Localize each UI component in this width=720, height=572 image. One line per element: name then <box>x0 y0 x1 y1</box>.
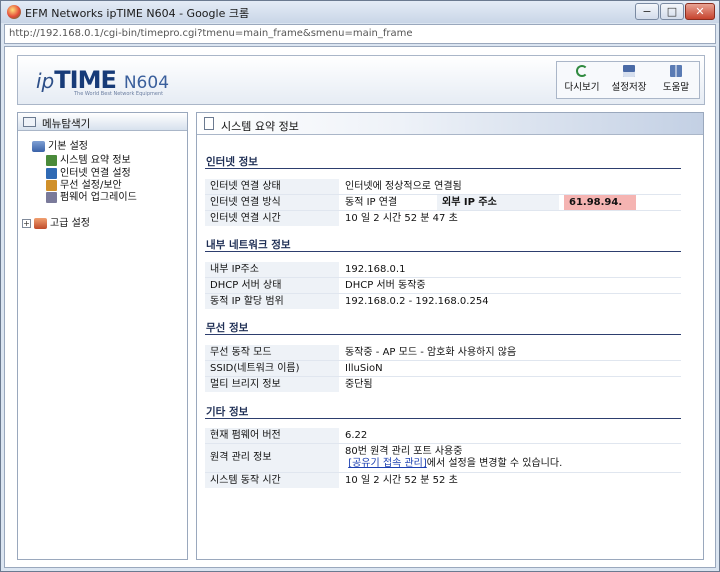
row-value: 동작중 - AP 모드 - 암호화 사용하지 않음 <box>340 345 681 360</box>
section-divider <box>205 334 681 335</box>
tree-item-firmware-upgrade[interactable]: 펌웨어 업그레이드 <box>46 188 137 203</box>
table-row: 멀티 브리지 정보 중단됨 <box>205 377 681 392</box>
logo-model: N604 <box>123 73 170 93</box>
save-settings-button[interactable]: 설정저장 <box>606 64 652 96</box>
minimize-button[interactable]: − <box>635 3 659 20</box>
settings-group-icon <box>32 140 45 152</box>
table-row: 현재 펌웨어 버전 6.22 <box>205 428 681 443</box>
menu-explorer: 메뉴탐색기 기본 설정 시스템 요약 정보 인터넷 연결 설정 무선 설정/보안… <box>17 112 188 560</box>
row-label: 인터넷 연결 상태 <box>205 179 339 194</box>
other-info-heading: 기타 정보 <box>206 406 249 418</box>
menu-explorer-header: 메뉴탐색기 <box>18 113 187 131</box>
row-value: IlluSioN <box>340 361 681 376</box>
tree-group-advanced[interactable]: + 고급 설정 <box>22 214 90 229</box>
row-label: 시스템 동작 시간 <box>205 473 339 488</box>
row-value: 중단됨 <box>340 377 681 392</box>
section-divider <box>205 168 681 169</box>
lan-info-heading: 내부 네트워크 정보 <box>206 239 291 251</box>
table-row: 원격 관리 정보 80번 원격 관리 포트 사용중 [공유기 접속 관리]에서 … <box>205 444 681 472</box>
page-title: 시스템 요약 정보 <box>221 120 299 133</box>
save-label: 설정저장 <box>611 82 647 93</box>
row-label: 무선 동작 모드 <box>205 345 339 360</box>
section-divider <box>205 418 681 419</box>
external-ip-value: 61.98.94. <box>564 195 636 210</box>
firmware-icon <box>46 191 57 203</box>
logo-time: TIME <box>54 66 117 94</box>
window-title: EFM Networks ipTIME N604 - Google 크롬 <box>25 7 250 20</box>
tree-item-label: 펌웨어 업그레이드 <box>60 192 137 203</box>
row-label: 현재 펌웨어 버전 <box>205 428 339 443</box>
refresh-icon <box>576 65 588 77</box>
refresh-button[interactable]: 다시보기 <box>559 64 605 96</box>
wireless-info-heading: 무선 정보 <box>206 322 249 334</box>
row-label: DHCP 서버 상태 <box>205 278 339 293</box>
firmware-version: 6.22 <box>340 428 681 443</box>
maximize-button[interactable]: □ <box>660 3 684 20</box>
close-button[interactable]: ✕ <box>685 3 715 20</box>
table-row: SSID(네트워크 이름) IlluSioN <box>205 361 681 376</box>
row-value: 인터넷에 정상적으로 연결됨 <box>340 179 681 194</box>
iptime-logo: ipTIME N604 <box>36 66 169 94</box>
row-label: 인터넷 연결 방식 <box>205 195 339 210</box>
folder-icon <box>23 117 36 127</box>
logo-ip: ip <box>36 69 55 93</box>
row-value: DHCP 서버 동작중 <box>340 278 681 293</box>
table-row: 인터넷 연결 상태 인터넷에 정상적으로 연결됨 <box>205 179 681 194</box>
advanced-group-icon <box>34 217 47 229</box>
tree-group-basic[interactable]: 기본 설정 <box>32 137 88 152</box>
system-uptime: 10 일 2 시간 52 분 52 초 <box>340 473 681 488</box>
logo-tagline: The World Best Network Equipment <box>74 91 164 97</box>
menu-explorer-title: 메뉴탐색기 <box>42 118 91 130</box>
save-icon <box>623 65 635 77</box>
address-bar[interactable]: http://192.168.0.1/cgi-bin/timepro.cgi?t… <box>4 24 716 44</box>
table-row: 인터넷 연결 방식 동적 IP 연결 외부 IP 주소 61.98.94. <box>205 195 681 210</box>
row-label: 원격 관리 정보 <box>205 444 339 472</box>
row-label: 멀티 브리지 정보 <box>205 377 339 392</box>
row-label: 동적 IP 할당 범위 <box>205 294 339 309</box>
table-row: 내부 IP주소 192.168.0.1 <box>205 262 681 277</box>
row-value: 192.168.0.1 <box>340 262 681 277</box>
tree-group-advanced-label: 고급 설정 <box>50 218 90 229</box>
table-row: 무선 동작 모드 동작중 - AP 모드 - 암호화 사용하지 않음 <box>205 345 681 360</box>
table-row: 시스템 동작 시간 10 일 2 시간 52 분 52 초 <box>205 473 681 488</box>
external-ip-label: 외부 IP 주소 <box>437 195 559 210</box>
remote-settings-text: 에서 설정을 변경할 수 있습니다. <box>426 458 563 469</box>
help-icon <box>670 65 682 77</box>
router-access-management-link[interactable]: [공유기 접속 관리] <box>348 458 427 469</box>
row-label: 인터넷 연결 시간 <box>205 211 339 226</box>
row-value: 192.168.0.2 - 192.168.0.254 <box>340 294 681 309</box>
system-summary-header: 시스템 요약 정보 <box>197 113 703 135</box>
title-bar: EFM Networks ipTIME N604 - Google 크롬 − □… <box>1 1 719 23</box>
table-row: 인터넷 연결 시간 10 일 2 시간 52 분 47 초 <box>205 211 681 226</box>
row-value: 10 일 2 시간 52 분 47 초 <box>340 211 681 226</box>
row-label: 내부 IP주소 <box>205 262 339 277</box>
remote-management-value: 80번 원격 관리 포트 사용중 [공유기 접속 관리]에서 설정을 변경할 수… <box>340 444 681 472</box>
internet-info-heading: 인터넷 정보 <box>206 156 258 168</box>
document-icon <box>204 117 214 130</box>
row-label: SSID(네트워크 이름) <box>205 361 339 376</box>
page-content: ipTIME N604 The World Best Network Equipm… <box>4 46 716 568</box>
browser-window: EFM Networks ipTIME N604 - Google 크롬 − □… <box>0 0 720 572</box>
system-summary-panel: 시스템 요약 정보 인터넷 정보 인터넷 연결 상태 인터넷에 정상적으로 연결… <box>196 112 704 560</box>
table-row: 동적 IP 할당 범위 192.168.0.2 - 192.168.0.254 <box>205 294 681 309</box>
help-label: 도움말 <box>662 82 690 93</box>
help-button[interactable]: 도움말 <box>653 64 699 96</box>
toolbar: 다시보기 설정저장 도움말 <box>556 61 700 99</box>
remote-port-text: 80번 원격 관리 포트 사용중 <box>345 446 463 457</box>
chrome-icon <box>7 5 21 19</box>
router-header: ipTIME N604 The World Best Network Equipm… <box>17 55 705 105</box>
table-row: DHCP 서버 상태 DHCP 서버 동작중 <box>205 278 681 293</box>
refresh-label: 다시보기 <box>564 82 600 93</box>
expand-icon[interactable]: + <box>22 218 31 228</box>
url-text: http://192.168.0.1/cgi-bin/timepro.cgi?t… <box>9 28 413 39</box>
section-divider <box>205 251 681 252</box>
